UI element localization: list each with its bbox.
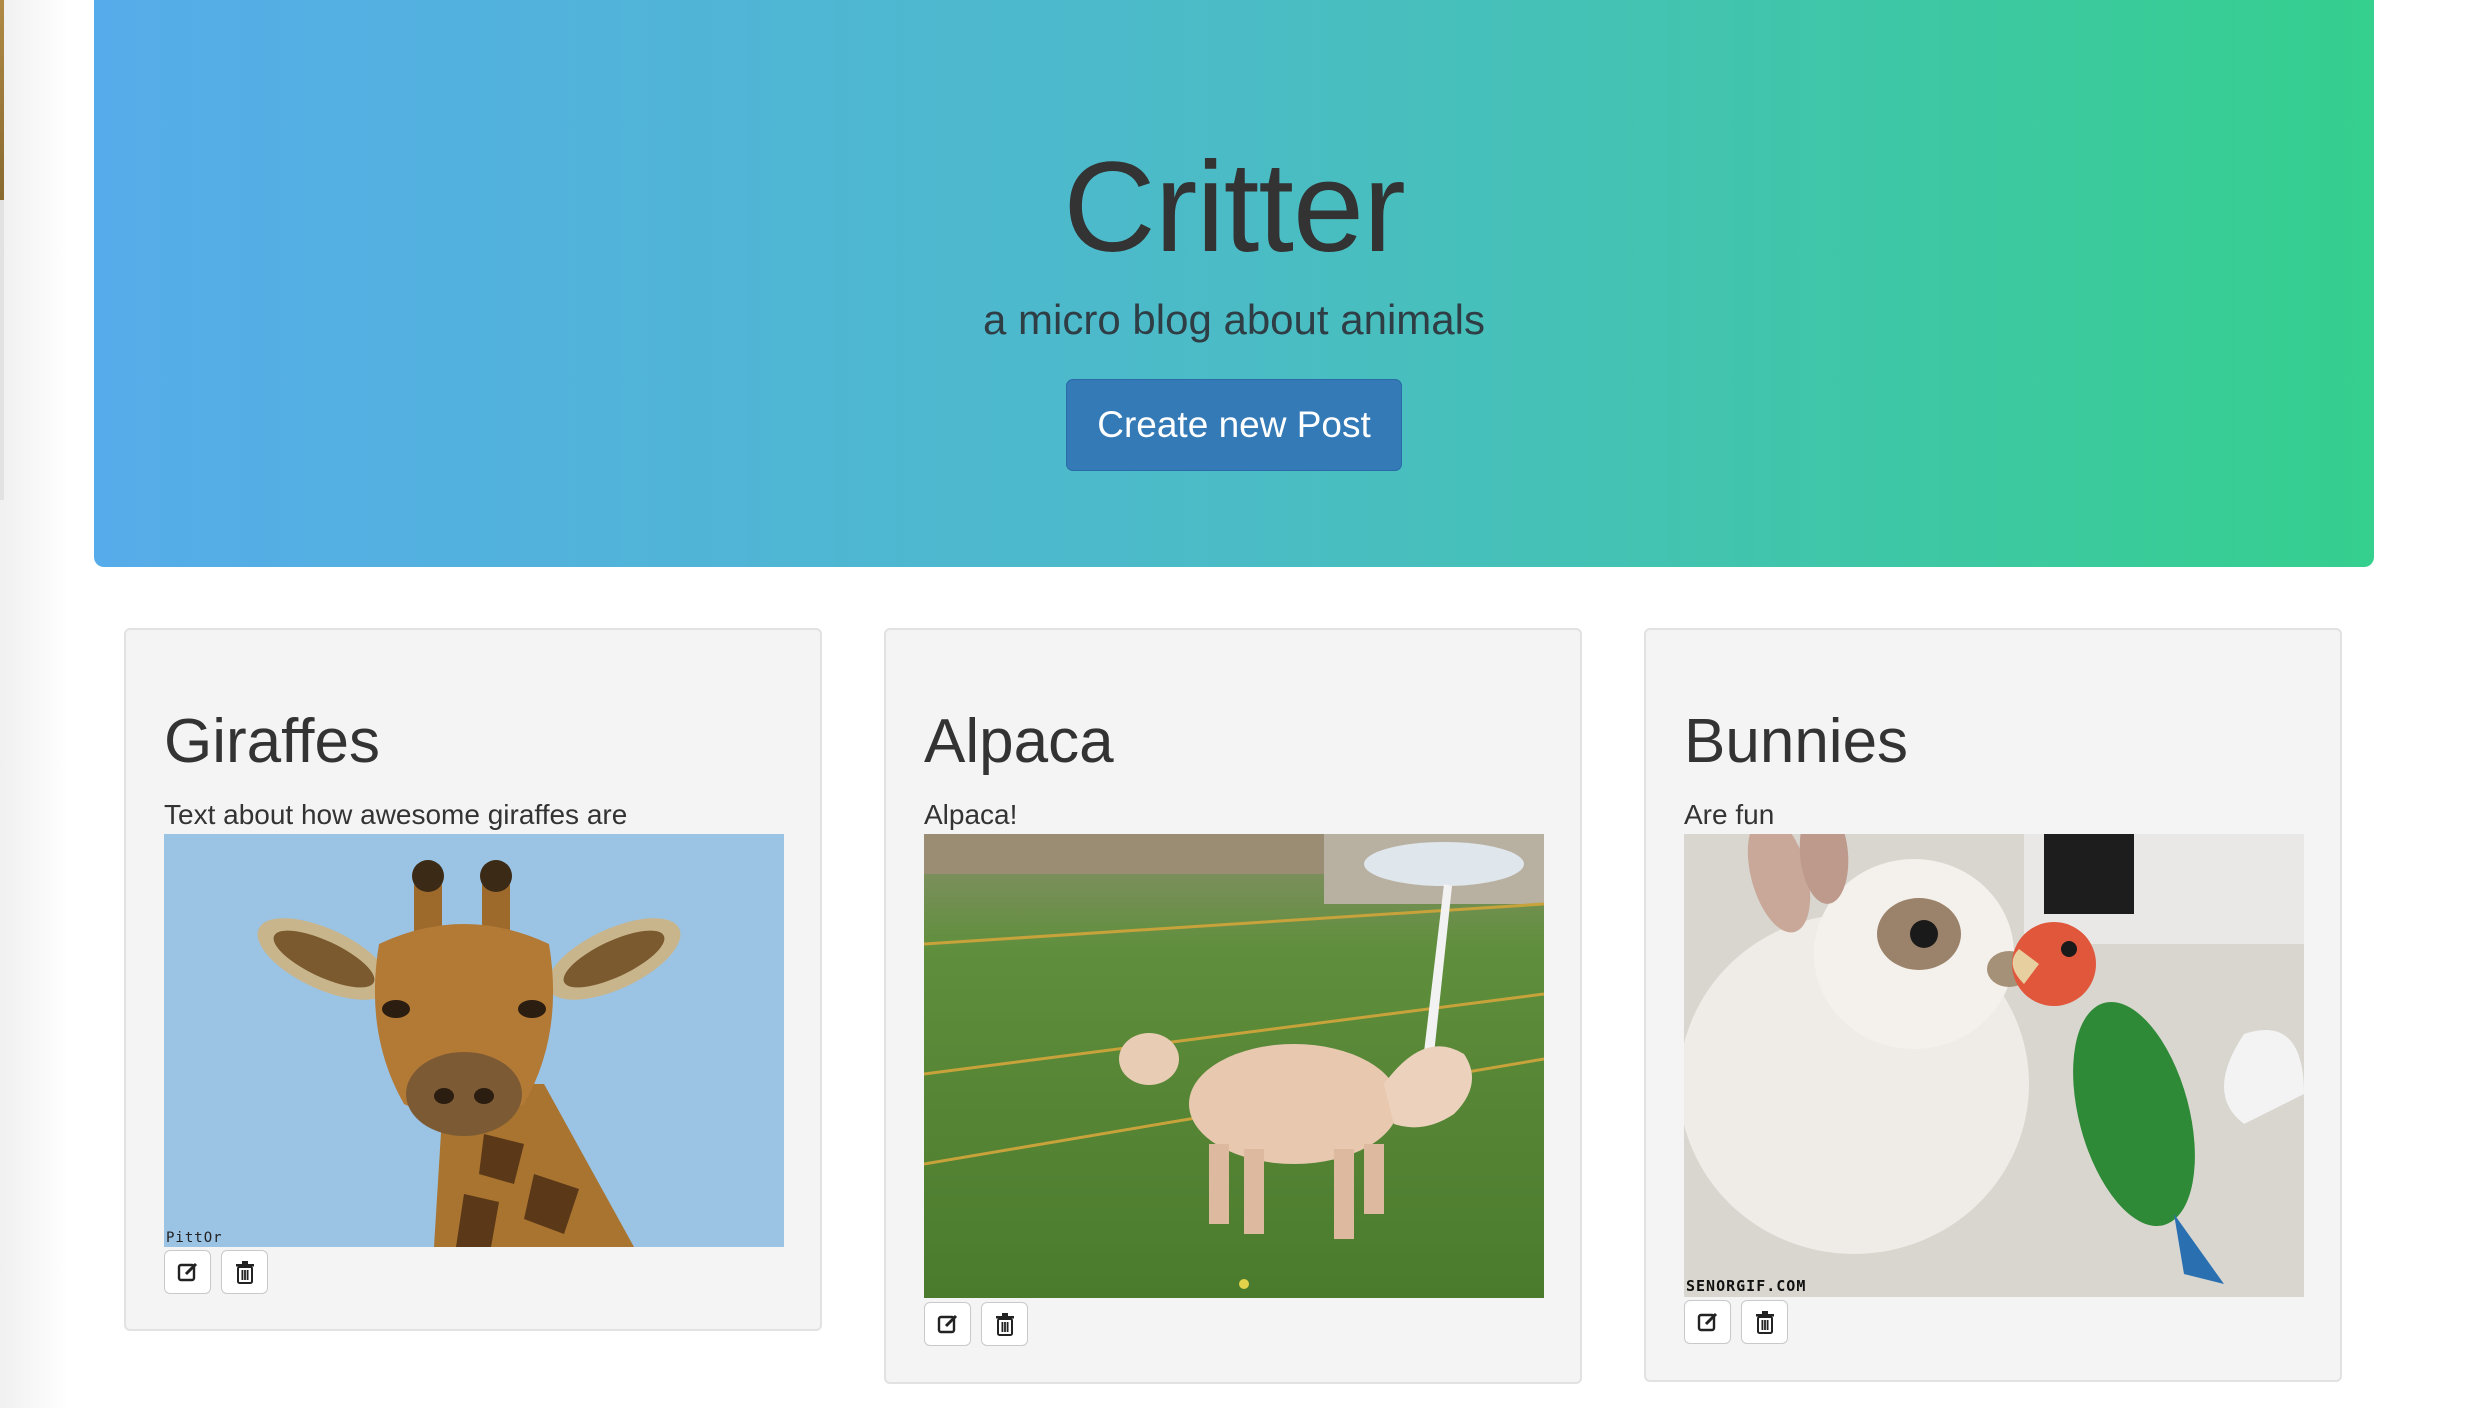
post-card: Giraffes Text about how awesome giraffes… bbox=[124, 628, 822, 1331]
trash-icon bbox=[234, 1260, 256, 1284]
post-actions bbox=[1684, 1300, 1788, 1344]
trash-icon bbox=[1754, 1310, 1776, 1334]
edit-post-button[interactable] bbox=[164, 1250, 211, 1294]
post-image-alpaca bbox=[924, 834, 1544, 1298]
post-text: Alpaca! bbox=[924, 799, 1018, 830]
image-watermark: PittOr bbox=[166, 1230, 223, 1246]
window-edge bbox=[0, 0, 4, 500]
image-watermark: SENORGIF.COM bbox=[1686, 1277, 1807, 1295]
window-edge-shadow bbox=[0, 0, 70, 1408]
post-image-bunny: SENORGIF.COM bbox=[1684, 834, 2304, 1297]
hero-banner: Critter a micro blog about animals Creat… bbox=[94, 0, 2374, 567]
site-subtitle: a micro blog about animals bbox=[983, 296, 1485, 343]
delete-post-button[interactable] bbox=[1741, 1300, 1788, 1344]
edit-icon bbox=[936, 1312, 960, 1336]
post-title: Bunnies bbox=[1684, 707, 1909, 776]
post-actions bbox=[164, 1250, 268, 1294]
post-text: Are fun bbox=[1684, 799, 1775, 830]
post-card: Bunnies Are fun SENORGIF.COM bbox=[1644, 628, 2342, 1382]
trash-icon bbox=[994, 1312, 1016, 1336]
create-post-button[interactable]: Create new Post bbox=[1066, 379, 1402, 471]
post-title: Giraffes bbox=[164, 707, 380, 776]
site-title: Critter bbox=[1063, 136, 1405, 279]
post-card: Alpaca Alpaca! bbox=[884, 628, 1582, 1384]
post-title: Alpaca bbox=[924, 707, 1114, 776]
post-text: Text about how awesome giraffes are bbox=[164, 799, 628, 830]
edit-post-button[interactable] bbox=[1684, 1300, 1731, 1344]
edit-post-button[interactable] bbox=[924, 1302, 971, 1346]
edit-icon bbox=[176, 1260, 200, 1284]
page: Critter a micro blog about animals Creat… bbox=[0, 0, 2466, 1408]
post-image-giraffe: PittOr bbox=[164, 834, 784, 1247]
edit-icon bbox=[1696, 1310, 1720, 1334]
post-actions bbox=[924, 1302, 1028, 1346]
delete-post-button[interactable] bbox=[221, 1250, 268, 1294]
delete-post-button[interactable] bbox=[981, 1302, 1028, 1346]
